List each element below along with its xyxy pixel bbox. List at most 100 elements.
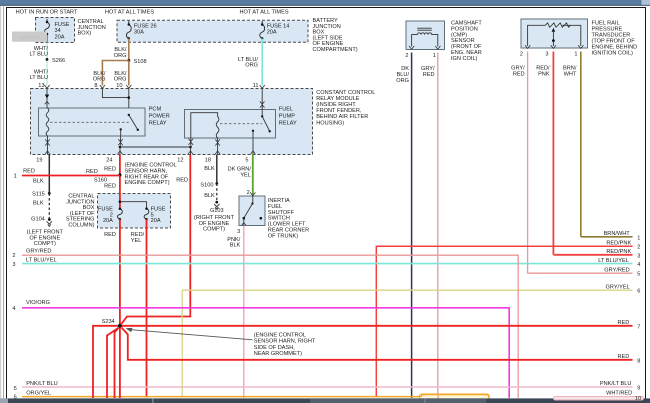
svg-text:GRY/YEL: GRY/YEL [606, 284, 630, 290]
svg-text:BEHIND AIR FILTER: BEHIND AIR FILTER [316, 114, 368, 120]
svg-text:PNK/LT BLU: PNK/LT BLU [600, 381, 632, 387]
svg-text:COMPT): COMPT) [34, 241, 56, 247]
svg-text:20A: 20A [151, 218, 161, 224]
svg-text:BRN/WHT: BRN/WHT [604, 231, 631, 237]
svg-text:(ENGINE CONTROL: (ENGINE CONTROL [254, 333, 306, 339]
svg-text:10: 10 [116, 83, 122, 89]
svg-text:4: 4 [637, 262, 640, 268]
svg-text:PNK/LT BLU: PNK/LT BLU [26, 381, 58, 387]
svg-text:OF TRUNK): OF TRUNK) [268, 233, 298, 239]
svg-text:RELAY: RELAY [279, 121, 297, 127]
svg-text:13: 13 [38, 83, 44, 89]
svg-text:PCM: PCM [149, 107, 162, 113]
svg-text:RED: RED [176, 178, 188, 184]
svg-text:20A: 20A [55, 34, 65, 40]
svg-text:S108: S108 [134, 59, 147, 65]
svg-text:GRY/RED: GRY/RED [604, 267, 629, 273]
svg-text:FUSE: FUSE [55, 22, 70, 28]
svg-text:30A: 30A [134, 30, 144, 36]
svg-text:FRONT FENDER,: FRONT FENDER, [316, 108, 362, 114]
svg-text:HOUSING): HOUSING) [316, 120, 344, 126]
svg-text:2: 2 [637, 245, 640, 251]
svg-text:3: 3 [637, 253, 640, 259]
svg-text:ORG: ORG [93, 77, 106, 83]
svg-text:ORG: ORG [114, 77, 127, 83]
svg-text:S115: S115 [32, 192, 45, 198]
svg-text:WHT: WHT [564, 71, 577, 77]
svg-text:ENGINE COMPT): ENGINE COMPT) [125, 180, 170, 186]
svg-text:RED: RED [23, 169, 35, 175]
svg-text:19: 19 [36, 157, 42, 163]
svg-text:3: 3 [237, 229, 240, 235]
svg-text:COMPARTMENT): COMPARTMENT) [313, 47, 358, 53]
svg-text:5: 5 [14, 386, 17, 392]
svg-text:BLK: BLK [33, 179, 44, 185]
svg-text:ORG/YEL: ORG/YEL [26, 391, 51, 397]
svg-text:8: 8 [637, 358, 640, 364]
svg-text:BOX): BOX) [78, 31, 92, 37]
svg-text:VIO/ORG: VIO/ORG [26, 300, 50, 306]
svg-text:RED: RED [86, 169, 98, 175]
svg-text:POWER: POWER [149, 114, 170, 120]
svg-text:1: 1 [574, 52, 577, 58]
svg-text:COLUMN): COLUMN) [68, 223, 94, 229]
svg-text:7: 7 [637, 324, 640, 330]
svg-text:PNK: PNK [538, 71, 550, 77]
svg-text:HOT AT ALL TIMES: HOT AT ALL TIMES [239, 10, 288, 16]
svg-text:RED: RED [104, 167, 116, 173]
svg-text:BLK: BLK [33, 201, 44, 207]
svg-text:1: 1 [637, 235, 640, 241]
svg-text:5: 5 [245, 157, 248, 163]
svg-text:24: 24 [106, 157, 112, 163]
svg-text:ORG: ORG [245, 63, 258, 69]
svg-text:FUSE 14: FUSE 14 [267, 23, 290, 29]
svg-text:BLK: BLK [204, 166, 215, 172]
svg-text:1: 1 [433, 53, 436, 59]
svg-text:ORG: ORG [396, 78, 409, 84]
svg-text:20A: 20A [103, 218, 113, 224]
svg-text:FUSE 26: FUSE 26 [134, 23, 157, 29]
svg-text:8: 8 [94, 83, 97, 89]
svg-text:BLK: BLK [230, 243, 241, 249]
svg-text:RELAY MODULE: RELAY MODULE [316, 96, 360, 102]
svg-text:YEL: YEL [131, 238, 142, 244]
svg-text:IGNITION COIL): IGNITION COIL) [592, 51, 633, 57]
svg-text:NEAR GROMMET): NEAR GROMMET) [254, 351, 302, 357]
svg-text:HOT AT ALL TIMES: HOT AT ALL TIMES [105, 10, 154, 16]
svg-text:2: 2 [520, 52, 523, 58]
svg-text:SENSOR HARN, RIGHT: SENSOR HARN, RIGHT [254, 339, 316, 345]
svg-text:LT BLU/YEL: LT BLU/YEL [26, 258, 57, 264]
svg-text:12: 12 [177, 157, 183, 163]
svg-text:CONSTANT CONTROL: CONSTANT CONTROL [316, 90, 375, 96]
svg-text:4: 4 [12, 306, 15, 312]
svg-text:6: 6 [637, 289, 640, 295]
svg-text:IGN COIL): IGN COIL) [451, 56, 478, 62]
svg-text:20A: 20A [267, 30, 277, 36]
svg-text:9: 9 [637, 386, 640, 392]
svg-text:(INSIDE RIGHT: (INSIDE RIGHT [316, 102, 356, 108]
svg-text:SIDE OF DASH,: SIDE OF DASH, [254, 345, 295, 351]
svg-text:GRY/RED: GRY/RED [26, 249, 51, 255]
svg-text:2: 2 [405, 53, 408, 59]
svg-text:RELAY: RELAY [149, 121, 167, 127]
svg-text:2: 2 [12, 253, 15, 259]
svg-text:HOT IN RUN OR START: HOT IN RUN OR START [16, 10, 78, 16]
svg-text:5: 5 [637, 272, 640, 278]
svg-text:18: 18 [205, 157, 211, 163]
svg-text:LT BLU: LT BLU [30, 75, 48, 81]
svg-text:1: 1 [14, 174, 17, 180]
svg-text:RED: RED [104, 232, 116, 238]
svg-text:2: 2 [247, 190, 250, 196]
svg-text:LT BLU/YEL: LT BLU/YEL [598, 258, 629, 264]
svg-text:3: 3 [545, 52, 548, 58]
svg-text:RED/PNK: RED/PNK [606, 249, 631, 255]
svg-text:S266: S266 [52, 58, 65, 64]
svg-text:G103: G103 [210, 208, 224, 214]
svg-text:va10838: va10838 [20, 35, 40, 41]
svg-text:RED: RED [104, 184, 116, 190]
svg-text:BLK: BLK [204, 193, 215, 199]
svg-text:10: 10 [635, 396, 641, 402]
svg-text:G104: G104 [31, 217, 45, 223]
svg-text:RED/PNK: RED/PNK [606, 240, 631, 246]
svg-text:34: 34 [55, 28, 61, 34]
